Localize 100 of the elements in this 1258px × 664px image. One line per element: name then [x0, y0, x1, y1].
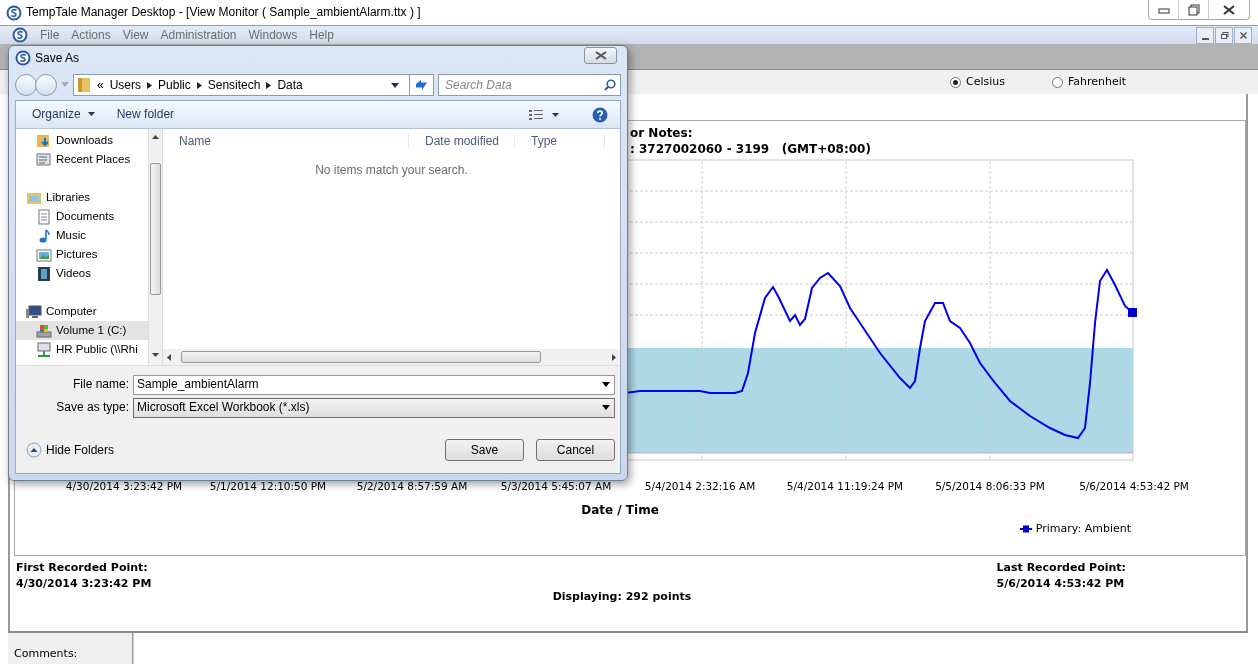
menu-item[interactable]: File — [40, 27, 60, 43]
radio-label: Fahrenheit — [1068, 75, 1127, 89]
close-button[interactable] — [1234, 26, 1252, 44]
horizontal-scrollbar[interactable] — [163, 349, 620, 365]
computer-icon — [26, 303, 42, 320]
dialog-title: Save As — [35, 50, 80, 66]
stat-label: Last Recorded Point: — [996, 560, 1126, 576]
address-bar[interactable]: « Users Public Sensitech Data — [73, 74, 434, 96]
close-icon — [1223, 4, 1235, 15]
recent-icon — [36, 151, 52, 168]
nav-item[interactable]: Downloads — [16, 131, 148, 150]
nav-item[interactable]: Videos — [16, 264, 148, 283]
column-header[interactable]: Name — [163, 133, 409, 149]
hide-folders-button[interactable]: Hide Folders — [26, 442, 115, 458]
nav-item[interactable]: HR Public (\\Rhi — [16, 340, 148, 359]
serial-number: : 3727002060 - 3199 (GMT+08:00) — [630, 141, 871, 157]
column-header[interactable]: Type — [515, 133, 605, 149]
videos-icon — [36, 265, 52, 282]
downloads-icon — [36, 132, 52, 149]
menu-item[interactable]: Help — [309, 27, 334, 43]
cancel-button[interactable]: Cancel — [536, 439, 615, 461]
nav-item[interactable]: Music — [16, 226, 148, 245]
field-label: File name: — [71, 377, 130, 392]
axis-label: 5/5/2014 8:06:33 PM — [935, 480, 1045, 492]
axis-label: 5/4/2014 11:19:24 PM — [786, 480, 904, 492]
menu-item[interactable]: View — [122, 27, 149, 43]
nav-item[interactable]: Documents — [16, 207, 148, 226]
app-logo-icon[interactable] — [12, 27, 28, 43]
search-icon — [604, 79, 616, 91]
breadcrumb-item[interactable]: Public — [158, 77, 191, 93]
dropdown-caret-icon — [602, 382, 610, 387]
restore-button[interactable] — [1215, 26, 1233, 44]
stat-label: First Recorded Point: — [16, 560, 149, 576]
view-options-button[interactable] — [529, 108, 559, 121]
nav-item[interactable]: Computer — [16, 302, 148, 321]
menu-item[interactable]: Actions — [71, 27, 111, 43]
minimize-icon — [1201, 38, 1209, 40]
column-header[interactable]: Date modified — [409, 133, 515, 149]
radio-button[interactable] — [1052, 76, 1063, 88]
close-icon — [594, 51, 607, 60]
app-logo-icon — [15, 50, 31, 66]
restore-icon — [1187, 3, 1200, 16]
scroll-left-icon — [167, 353, 171, 361]
axis-label: 5/6/2014 4:53:42 PM — [1079, 480, 1189, 492]
nav-item[interactable]: Recent Places — [16, 150, 148, 169]
nav-item[interactable]: Volume 1 (C:) — [16, 321, 148, 340]
breadcrumb-item[interactable]: Users — [109, 77, 142, 93]
caret-icon — [87, 112, 95, 117]
breadcrumb-arrow-icon — [147, 81, 153, 89]
field-label: Save as type: — [55, 400, 130, 415]
refresh-icon — [414, 79, 429, 91]
list-view-icon — [529, 108, 543, 121]
empty-message: No items match your search. — [314, 162, 469, 179]
close-icon — [1238, 30, 1248, 40]
scroll-up-icon — [152, 135, 159, 139]
breadcrumb-item[interactable]: « — [97, 77, 104, 93]
save-button[interactable]: Save — [445, 439, 524, 461]
collapse-icon — [26, 442, 42, 458]
app-logo-icon — [6, 4, 22, 21]
breadcrumb-item[interactable]: Sensitech — [207, 77, 261, 93]
radio-label: Celsius — [966, 75, 1005, 89]
stat-value: 5/6/2014 4:53:42 PM — [996, 576, 1126, 592]
axis-label: 5/2/2014 8:57:59 AM — [356, 480, 468, 492]
minimize-button[interactable] — [1196, 26, 1214, 44]
menu-item[interactable]: Windows — [248, 27, 298, 43]
radio-button[interactable] — [950, 76, 961, 88]
help-icon[interactable] — [592, 106, 608, 123]
pictures-icon — [36, 246, 52, 263]
folder-icon — [77, 77, 91, 93]
documents-icon — [36, 208, 52, 225]
drive-icon — [36, 322, 52, 339]
breadcrumb-item[interactable]: Data — [277, 77, 303, 93]
vertical-scrollbar[interactable] — [148, 129, 162, 365]
nav-item[interactable]: Libraries — [16, 188, 148, 207]
organize-menu[interactable]: Organize — [32, 107, 95, 122]
new-folder-button[interactable]: New folder — [116, 107, 175, 122]
axis-label: 5/3/2014 5:45:07 AM — [500, 480, 612, 492]
caret-icon — [552, 112, 559, 117]
nav-item[interactable]: Pictures — [16, 245, 148, 264]
close-button[interactable] — [584, 47, 617, 64]
menu-item[interactable]: Administration — [160, 27, 237, 43]
point-marker — [1128, 308, 1137, 317]
scroll-down-icon — [152, 353, 159, 357]
comments-label: Comments: — [8, 633, 133, 664]
dropdown-caret-icon — [602, 405, 610, 410]
placeholder: Search Data — [445, 77, 513, 93]
breadcrumb-arrow-icon — [266, 81, 272, 89]
search-field[interactable]: Search Data — [438, 74, 621, 96]
legend-label: Primary: Ambient — [1035, 522, 1131, 536]
breadcrumb-arrow-icon — [196, 81, 202, 89]
stat-value: 4/30/2014 3:23:42 PM — [16, 576, 152, 592]
window-title: TempTale Manager Desktop - [View Monitor ( Sample_ambientAlarm.ttx ) ] — [26, 5, 421, 20]
axis-label: 5/4/2014 2:32:16 AM — [644, 480, 756, 492]
dropdown-caret-icon[interactable] — [391, 82, 399, 88]
scroll-right-icon — [612, 353, 616, 361]
file-name-field[interactable]: Sample_ambientAlarm — [133, 374, 615, 395]
network-icon — [36, 341, 52, 358]
file-type-dropdown[interactable]: Microsoft Excel Workbook (*.xls) — [133, 397, 615, 418]
legend-marker-icon — [1019, 525, 1032, 533]
notes-label: or Notes: — [630, 125, 693, 141]
